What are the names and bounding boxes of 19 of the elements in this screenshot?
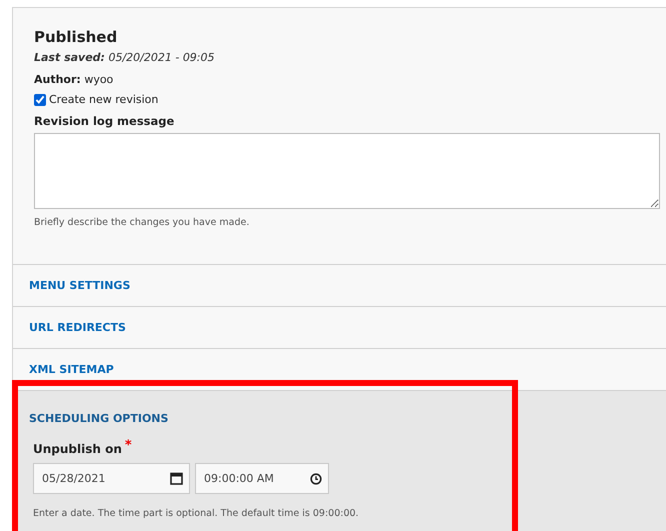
revision-checkbox[interactable] [34, 94, 46, 106]
field-label: Unpublish on [33, 442, 122, 456]
date-field[interactable]: 05/28/2021 [33, 463, 190, 494]
section-link[interactable]: XML SITEMAP [29, 363, 114, 376]
field-label: Revision log message [34, 114, 176, 128]
time-field[interactable]: 09:00:00 AM [195, 463, 329, 494]
author-text: Author: wyoo [34, 72, 114, 87]
section-link[interactable]: MENU SETTINGS [29, 279, 130, 292]
field-description: Briefly describe the changes you have made. [34, 217, 250, 228]
required-mark: * [124, 438, 132, 453]
field-description: Enter a date. The time part is optional. The default time is 09:00:00. [32, 508, 360, 519]
calendar-icon [170, 472, 183, 485]
section-link[interactable]: URL REDIRECTS [29, 321, 126, 334]
last-saved-text: Last saved: 05/20/2021 - 09:05 [34, 50, 216, 65]
checkbox-label: Create new revision [49, 93, 158, 106]
revision-log-field[interactable] [34, 133, 660, 209]
clock-icon [310, 472, 322, 484]
section-link[interactable]: SCHEDULING OPTIONS [29, 412, 168, 425]
status-title: Published [34, 27, 118, 47]
